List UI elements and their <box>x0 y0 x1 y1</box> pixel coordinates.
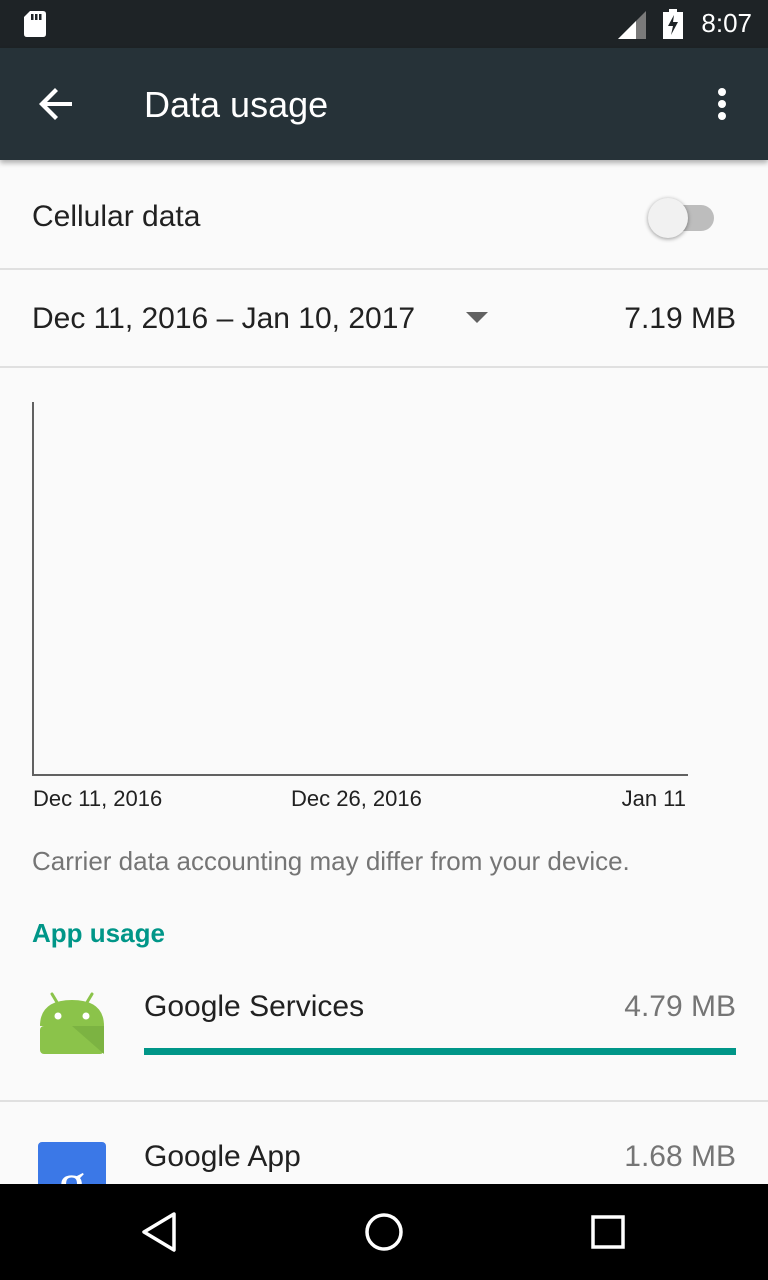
usage-chart: Dec 11, 2016 Dec 26, 2016 Jan 11 <box>0 380 768 820</box>
x-tick-label: Dec 26, 2016 <box>291 786 422 811</box>
app-name: Google Services <box>144 990 365 1023</box>
billing-cycle-row: Dec 11, 2016 – Jan 10, 2017 7.19 MB <box>0 270 768 368</box>
more-vert-icon[interactable] <box>698 80 746 128</box>
app-usage-size: 1.68 MB <box>624 1140 736 1173</box>
navigation-bar <box>0 1184 768 1280</box>
switch-thumb <box>648 198 688 238</box>
cycle-total-usage: 7.19 MB <box>624 302 736 335</box>
cellular-data-switch[interactable] <box>648 198 716 238</box>
back-triangle-icon[interactable] <box>136 1208 184 1256</box>
x-tick-label: Dec 11, 2016 <box>33 786 163 811</box>
app-usage-bar-fill <box>144 1048 736 1055</box>
battery-charging-icon <box>663 9 683 39</box>
status-bar: 8:07 <box>0 0 768 48</box>
cycle-range-selector[interactable]: Dec 11, 2016 – Jan 10, 2017 <box>32 302 415 336</box>
home-circle-icon[interactable] <box>360 1208 408 1256</box>
status-time: 8:07 <box>701 8 752 38</box>
app-usage-size: 4.79 MB <box>624 990 736 1023</box>
app-usage-item[interactable]: Google Services 4.79 MB <box>0 952 768 1102</box>
android-robot-icon <box>40 992 104 1054</box>
page-title: Data usage <box>144 84 329 125</box>
arrow-drop-down-icon[interactable] <box>466 310 488 324</box>
usage-chart-plot <box>32 402 688 776</box>
x-tick-label: Jan 11 <box>621 786 686 811</box>
app-name: Google App <box>144 1140 301 1173</box>
recents-square-icon[interactable] <box>584 1208 632 1256</box>
app-bar: Data usage <box>0 48 768 160</box>
app-usage-bar <box>144 1048 736 1055</box>
carrier-disclaimer: Carrier data accounting may differ from … <box>32 846 630 876</box>
cell-signal-icon <box>618 11 646 39</box>
sd-card-icon <box>24 11 46 37</box>
cellular-data-row[interactable]: Cellular data <box>0 160 768 270</box>
app-usage-header: App usage <box>32 918 165 948</box>
arrow-back-icon[interactable] <box>28 76 84 132</box>
cellular-data-label: Cellular data <box>32 200 201 233</box>
